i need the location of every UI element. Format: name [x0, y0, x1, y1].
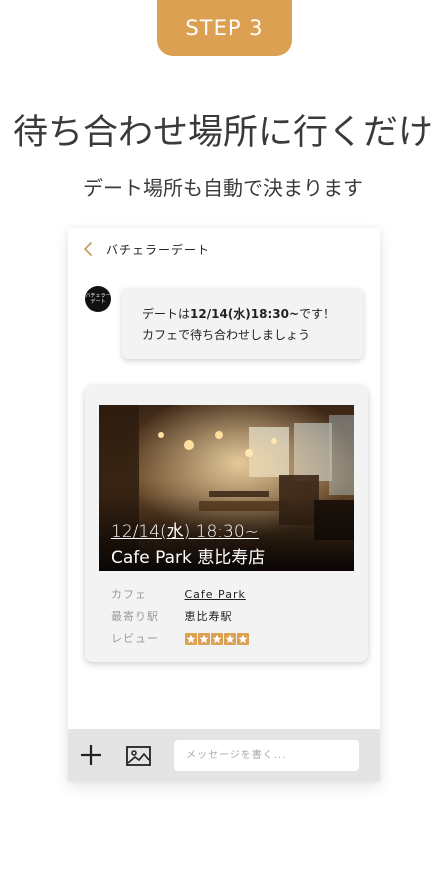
- message-line1: デートは12/14(水)18:30~です！: [142, 304, 363, 325]
- info-row-cafe: カフェ Cafe Park: [111, 586, 246, 602]
- star-rating: [184, 633, 249, 645]
- chat-header: バチェラーデート: [68, 234, 380, 264]
- step-label: STEP 3: [185, 16, 264, 40]
- star-icon: [184, 633, 197, 645]
- message-prefix: デートは: [142, 307, 191, 321]
- chat-title: バチェラーデート: [106, 243, 211, 257]
- date-card[interactable]: 12/14(水) 18:30~ Cafe Park 恵比寿店 カフェ Cafe …: [85, 385, 368, 662]
- back-chevron-icon[interactable]: [82, 242, 96, 256]
- card-venue-name: Cafe Park 恵比寿店: [111, 548, 266, 568]
- image-icon[interactable]: [126, 746, 151, 766]
- message-input[interactable]: [174, 740, 359, 771]
- card-datetime: 12/14(水) 18:30~: [111, 522, 259, 542]
- phone-mockup: バチェラーデート バチェラー デート デートは12/14(水)18:30~です！…: [68, 228, 380, 781]
- info-row-station: 最寄り駅 恵比寿駅: [111, 608, 233, 624]
- plus-icon[interactable]: [80, 744, 102, 766]
- step-badge: STEP 3: [157, 0, 292, 56]
- message-bubble: デートは12/14(水)18:30~です！ カフェで待ち合わせしましょう: [122, 288, 363, 359]
- station-value: 恵比寿駅: [184, 610, 233, 623]
- avatar[interactable]: バチェラー デート: [85, 286, 111, 312]
- star-icon: [236, 633, 249, 645]
- star-icon: [223, 633, 236, 645]
- cafe-label: カフェ: [111, 588, 147, 601]
- station-label: 最寄り駅: [111, 610, 159, 623]
- star-icon: [210, 633, 223, 645]
- message-datetime: 12/14(水)18:30~: [190, 307, 300, 321]
- cafe-link[interactable]: Cafe Park: [185, 588, 246, 601]
- avatar-text-line2: デート: [90, 299, 106, 305]
- subheadline: デート場所も自動で決まります: [83, 176, 363, 200]
- review-label: レビュー: [111, 632, 159, 645]
- headline: 待ち合わせ場所に行くだけ: [12, 113, 433, 153]
- info-row-review: レビュー: [111, 630, 249, 646]
- cafe-photo[interactable]: 12/14(水) 18:30~ Cafe Park 恵比寿店: [99, 405, 354, 571]
- message-input-bar: [68, 729, 380, 781]
- message-line2: カフェで待ち合わせしましょう: [142, 328, 311, 342]
- message-suffix: です！: [299, 307, 336, 321]
- star-icon: [197, 633, 210, 645]
